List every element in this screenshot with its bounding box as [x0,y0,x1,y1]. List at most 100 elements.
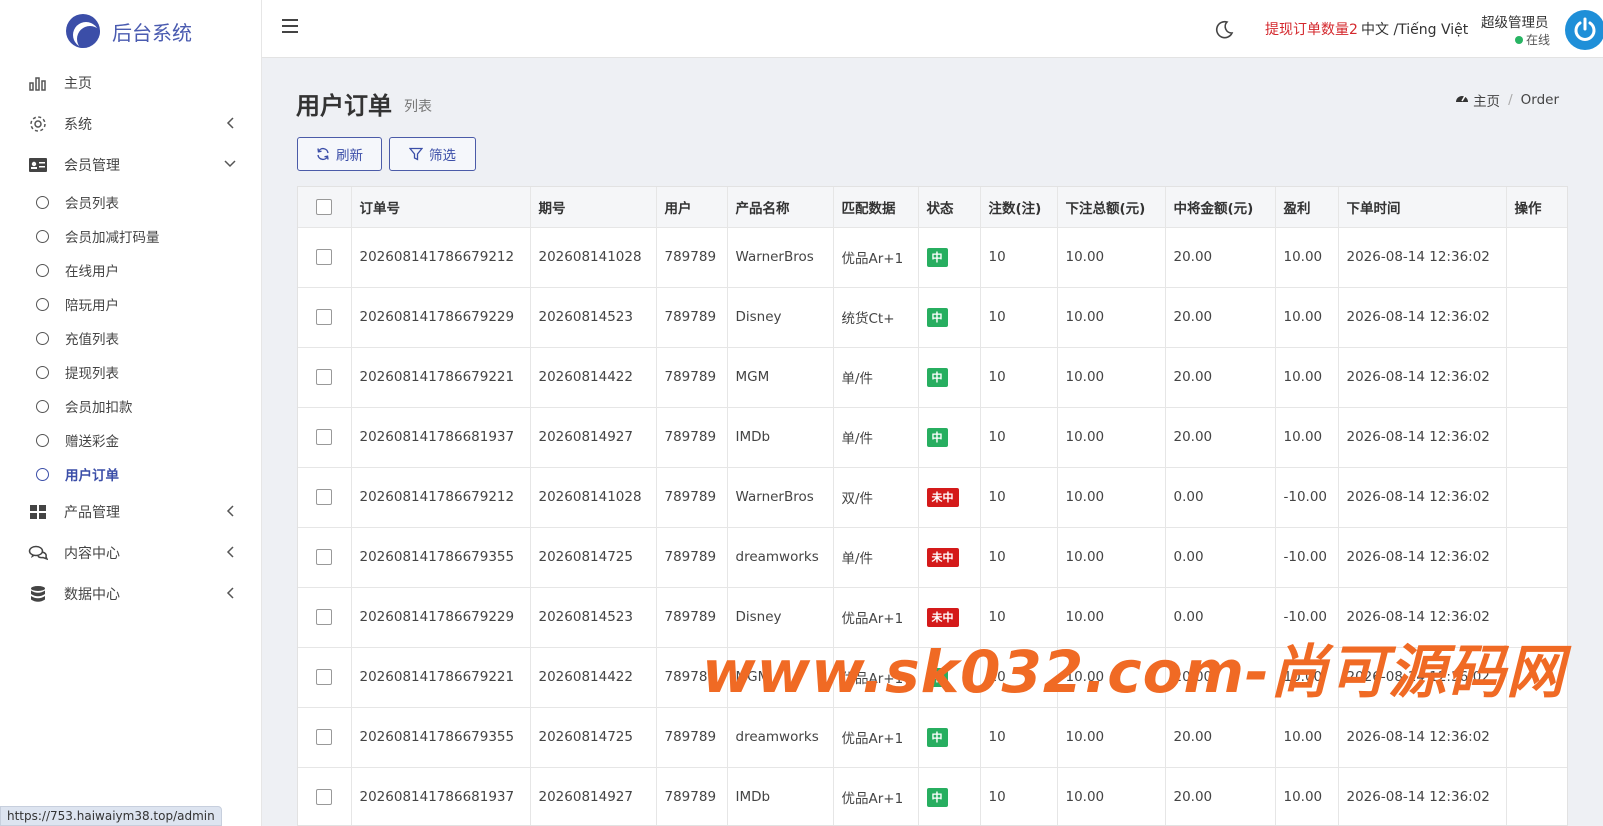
sidebar-subitem-label: 提现列表 [65,366,119,382]
column-header[interactable]: 盈利 [1275,187,1339,228]
status-cell: 中 [918,647,981,708]
orders-table: 订单号 期号 用户 产品名称 匹配数据 状态 注数(注) 下注总额(元) 中将金… [298,187,1567,825]
column-header[interactable]: 匹配数据 [833,187,919,228]
refresh-button[interactable]: 刷新 [297,137,382,171]
sidebar-subitem-withdraw-list[interactable]: 提现列表 [0,355,261,389]
sidebar-subitem-recharge-list[interactable]: 充值列表 [0,321,261,355]
table-row: 202608141786681937 20260814927 789789 IMDb 优… [298,767,1567,825]
logo-icon [66,14,100,48]
table-cell: 2026-08-14 12:36:02 [1338,407,1507,468]
orders-table-body: 202608141786679212 202608141028 789789 Warn… [298,227,1567,825]
sidebar-subitem-user-orders[interactable]: 用户订单 [0,457,261,491]
row-checkbox[interactable] [316,429,333,445]
user-status: 在线 [1515,31,1550,48]
table-cell: dreamworks [727,707,834,768]
column-header[interactable]: 注数(注) [980,187,1058,228]
status-badge: 中 [926,367,948,387]
column-header[interactable]: 下单时间 [1338,187,1507,228]
sidebar-item-system[interactable]: 系统 [0,103,261,144]
row-checkbox[interactable] [316,789,333,805]
sidebar-subitem-companion-users[interactable]: 陪玩用户 [0,287,261,321]
breadcrumb-home[interactable]: 主页 [1473,90,1500,110]
sidebar-subitem-bonus[interactable]: 赠送彩金 [0,423,261,457]
table-cell: 10.00 [1275,707,1339,768]
table-cell: 10.00 [1275,647,1339,708]
status-badge: 未中 [926,487,959,507]
sidebar-subitem-member-list[interactable]: 会员列表 [0,185,261,219]
refresh-button-label: 刷新 [336,148,363,164]
column-header[interactable]: 用户 [656,187,728,228]
table-cell: 10.00 [1057,707,1166,768]
breadcrumb-current: Order [1520,92,1559,108]
table-cell: IMDb [727,767,834,825]
withdraw-order-notice[interactable]: 提现订单数量2 [1265,19,1358,39]
hamburger-menu-icon[interactable] [282,19,298,33]
table-cell: 202608141028 [530,467,657,528]
table-cell: 10.00 [1057,467,1166,528]
table-cell: 0.00 [1165,587,1276,648]
row-checkbox[interactable] [316,609,333,625]
page-subtitle: 列表 [404,99,432,115]
grid-icon [28,502,48,522]
table-cell: 789789 [656,347,728,408]
row-checkbox[interactable] [316,309,333,325]
row-checkbox[interactable] [316,729,333,745]
sidebar-item-product[interactable]: 产品管理 [0,491,261,532]
column-header[interactable]: 产品名称 [727,187,834,228]
sidebar-item-home[interactable]: 主页 [0,62,261,103]
user-name[interactable]: 超级管理员 [1481,11,1549,31]
sidebar-subitem-member-betting-volume[interactable]: 会员加减打码量 [0,219,261,253]
table-cell: Disney [727,587,834,648]
status-badge: 中 [926,307,948,327]
chevron-left-icon [223,586,237,600]
sidebar-subitem-member-adjust[interactable]: 会员加扣款 [0,389,261,423]
moon-icon[interactable] [1214,20,1234,40]
table-cell: 统货Ct+ [833,287,919,348]
sidebar-item-content[interactable]: 内容中心 [0,532,261,573]
table-cell: 单/件 [833,347,919,408]
select-all-checkbox[interactable] [316,198,333,215]
sidebar-item-member[interactable]: 会员管理 [0,144,261,185]
chevron-down-icon [223,157,237,171]
sidebar-item-data[interactable]: 数据中心 [0,573,261,614]
table-cell: WarnerBros [727,467,834,528]
table-cell: 10 [980,647,1058,708]
table-row: 202608141786681937 20260814927 789789 IMDb 单… [298,407,1567,468]
filter-button[interactable]: 筛选 [389,137,476,171]
table-cell: 20260814927 [530,407,657,468]
table-cell: 202608141786679355 [351,527,531,588]
status-cell: 中 [918,227,981,288]
column-header[interactable]: 中将金额(元) [1165,187,1276,228]
status-cell: 未中 [918,527,981,588]
chevron-left-icon [223,545,237,559]
database-icon [28,584,48,604]
status-bar-url: https://753.haiwaiym38.top/admin [0,806,222,826]
power-icon[interactable] [1565,10,1603,50]
language-switch[interactable]: 中文 /Tiếng Việt [1361,19,1468,39]
table-cell [1506,527,1567,588]
table-cell: 20260814422 [530,347,657,408]
sidebar-item-label: 主页 [64,75,92,92]
table-cell: 202608141786679212 [351,467,531,528]
status-badge: 未中 [926,547,959,567]
column-header[interactable]: 下注总额(元) [1057,187,1166,228]
row-checkbox[interactable] [316,369,333,385]
row-checkbox[interactable] [316,489,333,505]
status-cell: 中 [918,287,981,348]
row-checkbox[interactable] [316,249,333,265]
table-cell: 20260814422 [530,647,657,708]
table-row: 202608141786679229 20260814523 789789 Disne… [298,287,1567,348]
column-header[interactable]: 期号 [530,187,657,228]
table-cell: 202608141786679221 [351,347,531,408]
row-checkbox[interactable] [316,549,333,565]
sidebar-subitem-label: 会员列表 [65,196,119,212]
table-cell: 10.00 [1275,227,1339,288]
sidebar-subitem-online-users[interactable]: 在线用户 [0,253,261,287]
table-cell: 2026-08-14 12:36:02 [1338,287,1507,348]
brand[interactable]: 后台系统 [0,0,261,62]
table-cell: 20260814523 [530,587,657,648]
column-header[interactable]: 订单号 [351,187,531,228]
column-header[interactable]: 状态 [918,187,981,228]
column-header: 操作 [1506,187,1567,228]
row-checkbox[interactable] [316,669,333,685]
